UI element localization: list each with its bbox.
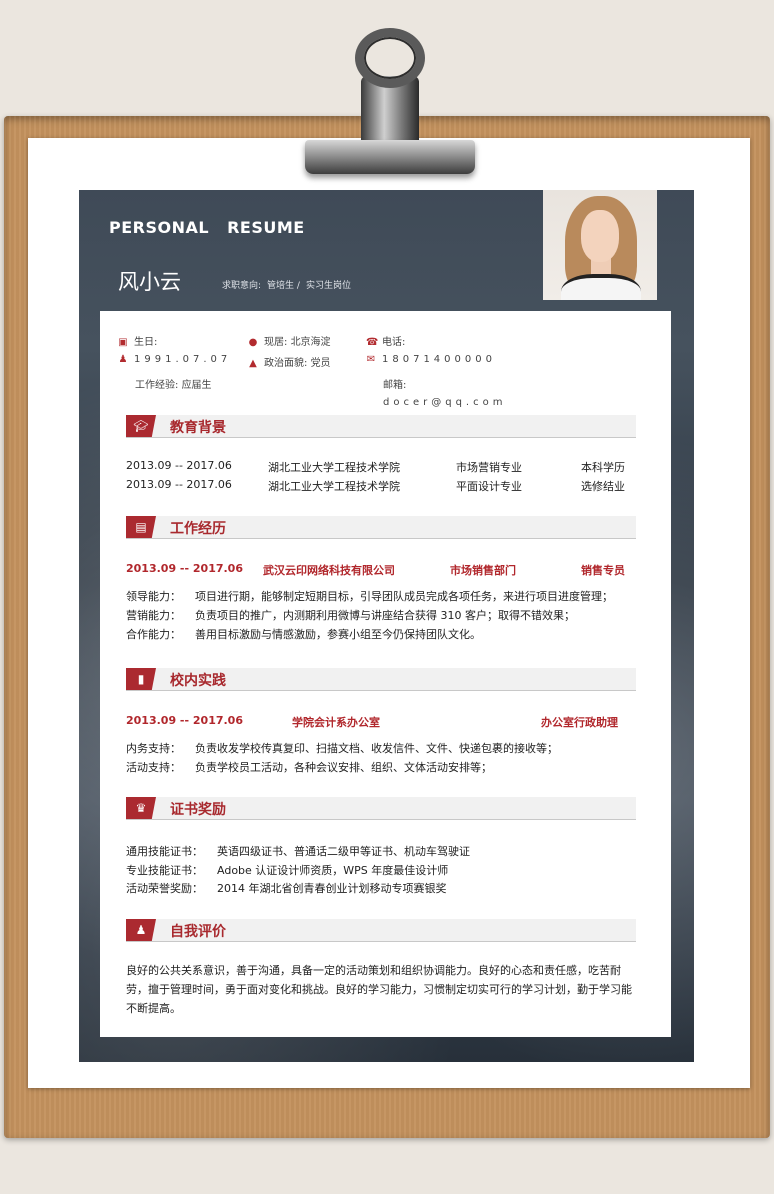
work-company: 武汉云印网络科技有限公司 — [263, 564, 395, 577]
candidate-name: 风小云 — [118, 270, 181, 294]
graduation-cap-icon: ▲ — [249, 358, 257, 369]
cert-text: Adobe 认证设计师资质，WPS 年度最佳设计师 — [217, 864, 449, 877]
work-item-2: 营销能力： 负责项目的推广，内测期利用微博与讲座结合获得 310 客户；取得不错效… — [126, 607, 575, 623]
campus-item-text: 负责学校员工活动，各种会议安排、组织、文体活动安排等； — [195, 761, 492, 774]
section-education: 🎓︎ 教育背景 — [126, 415, 636, 438]
residence-label: 现居: — [264, 337, 288, 348]
work-item-1: 领导能力： 项目进行期，能够制定短期目标，引导团队成员完成各项任务，来进行项目进度… — [126, 588, 613, 604]
section-work-title: 工作经历 — [170, 521, 226, 537]
experience-value: 应届生 — [181, 380, 212, 391]
trophy-icon: ♛ — [126, 797, 156, 819]
politics-label: 政治面貌: — [264, 358, 308, 369]
phone-label-row: ☎ 电话: — [366, 333, 405, 348]
politics-value: 党员 — [310, 358, 331, 369]
work-item-label: 领导能力： — [126, 590, 181, 603]
work-item-label: 营销能力： — [126, 609, 181, 622]
cert-label: 活动荣誉奖励： — [126, 882, 203, 895]
campus-item-text: 负责收发学校传真复印、扫描文档、收发信件、文件、快递包裹的接收等； — [195, 742, 558, 755]
work-item-label: 合作能力： — [126, 628, 181, 641]
experience-row: 工作经验: 应届生 — [135, 376, 212, 391]
briefcase-icon: ▤ — [126, 516, 156, 538]
residence-value: 北京海淀 — [290, 337, 331, 348]
email-label: 邮箱: — [383, 380, 407, 391]
residence-row: ● 现居: 北京海淀 — [248, 333, 331, 348]
location-pin-icon: ● — [248, 337, 258, 348]
person-icon: ♟ — [126, 919, 156, 941]
cert-text: 英语四级证书、普通话二级甲等证书、机动车驾驶证 — [217, 845, 470, 858]
profile-photo — [543, 190, 657, 300]
edu-degree-2: 选修结业 — [581, 480, 625, 493]
cert-text: 2014 年湖北省创青春创业计划移动专项赛银奖 — [217, 882, 447, 895]
section-campus-title: 校内实践 — [170, 673, 226, 689]
header-word-personal: PERSONAL — [109, 218, 210, 237]
campus-date: 2013.09 -- 2017.06 — [126, 714, 243, 727]
section-self: ♟ 自我评价 — [126, 919, 636, 942]
edu-degree-1: 本科学历 — [581, 461, 625, 474]
campus-item-1: 内务支持： 负责收发学校传真复印、扫描文档、收发信件、文件、快递包裹的接收等； — [126, 740, 558, 756]
job-intent: 求职意向: 管培生 / 实习生岗位 — [222, 278, 357, 291]
bar-chart-icon: ▮ — [126, 668, 156, 690]
section-work: ▤ 工作经历 — [126, 516, 636, 539]
intent-value-2: 实习生岗位 — [305, 281, 351, 291]
binder-clip — [305, 28, 475, 176]
campus-item-2: 活动支持： 负责学校员工活动，各种会议安排、组织、文体活动安排等； — [126, 759, 492, 775]
phone-value-row: ✉ 18071400000 — [366, 354, 496, 365]
cert-item-2: 专业技能证书： Adobe 认证设计师资质，WPS 年度最佳设计师 — [126, 862, 448, 878]
campus-title: 办公室行政助理 — [541, 716, 618, 729]
email-value: docer@qq.com — [383, 397, 507, 408]
email-value-row: docer@qq.com — [383, 397, 506, 408]
intent-value: 管培生 / — [267, 281, 300, 291]
edu-major-1: 市场营销专业 — [456, 461, 522, 474]
cert-label: 专业技能证书： — [126, 864, 203, 877]
person-icon: ♟ — [118, 354, 128, 365]
edu-school-2: 湖北工业大学工程技术学院 — [268, 480, 400, 493]
cert-item-1: 通用技能证书： 英语四级证书、普通话二级甲等证书、机动车驾驶证 — [126, 843, 470, 859]
edu-date-1: 2013.09 -- 2017.06 — [126, 459, 232, 472]
birth-label-row: ▣ 生日: — [118, 333, 157, 348]
phone-icon: ☎ — [366, 337, 379, 348]
section-certs-title: 证书奖励 — [170, 802, 226, 818]
email-label-row: 邮箱: — [383, 376, 406, 391]
campus-item-label: 活动支持： — [126, 761, 181, 774]
section-certs: ♛ 证书奖励 — [126, 797, 636, 820]
work-item-3: 合作能力： 善用目标激励与情感激励，参赛小组至今仍保持团队文化。 — [126, 626, 481, 642]
campus-item-label: 内务支持： — [126, 742, 181, 755]
edu-date-2: 2013.09 -- 2017.06 — [126, 478, 232, 491]
clip-ring — [355, 28, 425, 88]
graduation-cap-icon: 🎓︎ — [126, 415, 156, 437]
experience-label: 工作经验: — [135, 380, 179, 391]
edu-school-1: 湖北工业大学工程技术学院 — [268, 461, 400, 474]
section-education-title: 教育背景 — [170, 420, 226, 436]
campus-org: 学院会计系办公室 — [292, 716, 380, 729]
work-date: 2013.09 -- 2017.06 — [126, 562, 243, 575]
phone-value: 18071400000 — [382, 354, 496, 365]
resume-header-title: PERSONAL RESUME — [109, 218, 323, 237]
phone-label: 电话: — [382, 337, 406, 348]
self-evaluation-text: 良好的公共关系意识，善于沟通，具备一定的活动策划和组织协调能力。良好的心态和责任… — [126, 964, 632, 1015]
work-item-text: 负责项目的推广，内测期利用微博与讲座结合获得 310 客户；取得不错效果； — [195, 609, 575, 622]
birth-label: 生日: — [134, 337, 158, 348]
work-item-text: 善用目标激励与情感激励，参赛小组至今仍保持团队文化。 — [195, 628, 481, 641]
work-item-text: 项目进行期，能够制定短期目标，引导团队成员完成各项任务，来进行项目进度管理； — [195, 590, 613, 603]
work-title: 销售专员 — [581, 564, 625, 577]
clip-base — [305, 140, 475, 174]
work-dept: 市场销售部门 — [450, 564, 516, 577]
section-campus: ▮ 校内实践 — [126, 668, 636, 691]
intent-label: 求职意向: — [222, 281, 262, 291]
mail-icon: ✉ — [366, 354, 376, 365]
cert-label: 通用技能证书： — [126, 845, 203, 858]
birth-value: 1991.07.07 — [134, 354, 232, 365]
cert-item-3: 活动荣誉奖励： 2014 年湖北省创青春创业计划移动专项赛银奖 — [126, 880, 447, 896]
politics-row: ▲ 政治面貌: 党员 — [248, 354, 331, 369]
section-self-title: 自我评价 — [170, 924, 226, 940]
birth-value-row: ♟ 1991.07.07 — [118, 354, 231, 365]
calendar-icon: ▣ — [118, 337, 128, 348]
edu-major-2: 平面设计专业 — [456, 480, 522, 493]
header-word-resume: RESUME — [227, 218, 305, 237]
